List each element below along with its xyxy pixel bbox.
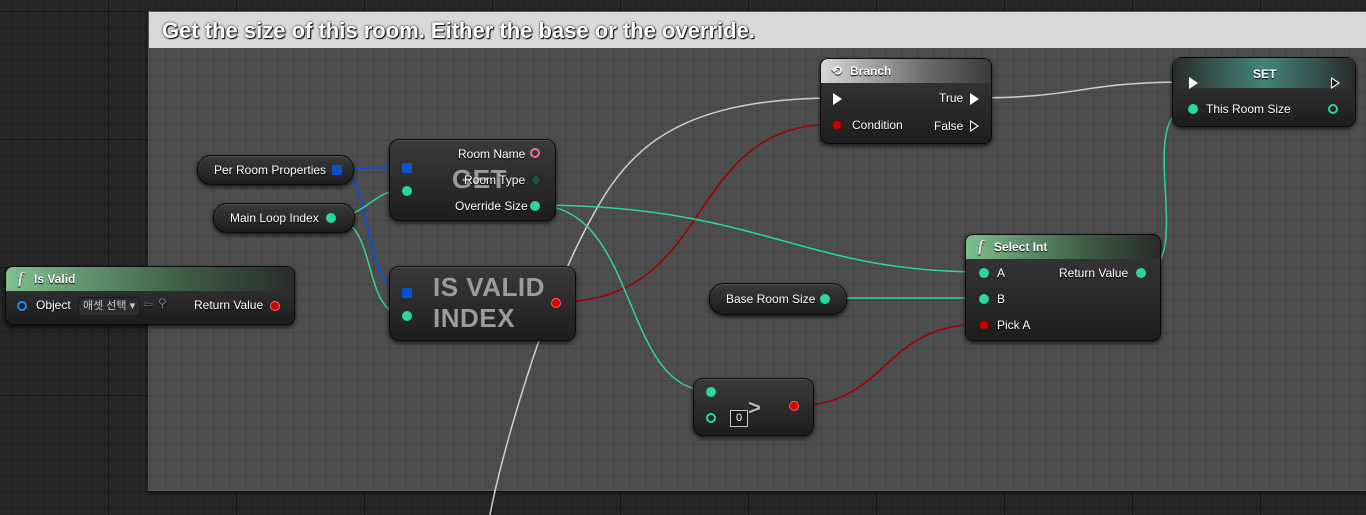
return-value-label: Return Value	[194, 298, 264, 312]
a-pin[interactable]	[979, 268, 989, 278]
arrow-left-icon[interactable]: ⇦	[143, 297, 153, 311]
room-name-label: Room Name	[458, 147, 526, 161]
branch-header[interactable]: ⟲ Branch	[821, 59, 991, 83]
is-valid-index-index-pin[interactable]	[402, 311, 412, 321]
per-room-properties-label: Per Room Properties	[214, 163, 327, 177]
object-input-pin[interactable]	[17, 301, 27, 311]
greater-b-pin[interactable]	[706, 413, 716, 423]
pick-a-pin[interactable]	[979, 320, 989, 330]
get-array-pin[interactable]	[402, 163, 412, 173]
per-room-properties-node[interactable]: Per Room Properties	[197, 155, 354, 185]
greater-a-pin[interactable]	[706, 387, 716, 397]
set-exec-in-pin[interactable]	[1189, 77, 1198, 89]
branch-exec-in-pin[interactable]	[833, 93, 842, 105]
b-label: B	[997, 292, 1006, 306]
room-type-label: Room Type	[464, 173, 526, 187]
select-int-title: Select Int	[994, 240, 1048, 254]
is-valid-index-watermark-1: IS VALID	[433, 272, 545, 302]
asset-select-dropdown[interactable]: 애셋 선택 ▾	[78, 297, 141, 316]
chevron-down-icon: ▾	[129, 300, 136, 312]
get-index-pin[interactable]	[402, 186, 412, 196]
set-header[interactable]: SET	[1173, 58, 1355, 88]
branch-icon: ⟲	[831, 63, 842, 78]
select-int-header[interactable]: f Select Int	[966, 235, 1160, 259]
room-name-pin[interactable]	[530, 148, 540, 158]
is-valid-index-node[interactable]: IS VALID INDEX	[389, 266, 576, 341]
is-valid-index-watermark-2: INDEX	[433, 303, 515, 333]
search-icon[interactable]: ⚲	[158, 296, 167, 310]
main-loop-index-node[interactable]: Main Loop Index	[213, 203, 355, 233]
base-room-size-node[interactable]: Base Room Size	[709, 283, 847, 315]
false-exec-pin[interactable]	[970, 120, 979, 132]
function-icon: f	[18, 270, 24, 287]
bool-wire-greater-to-pick	[792, 323, 983, 407]
greater-than-node[interactable]: 0 >	[693, 378, 814, 436]
this-room-size-output-pin[interactable]	[1328, 104, 1338, 114]
per-room-properties-pin[interactable]	[332, 165, 342, 175]
branch-node[interactable]: ⟲ Branch True Condition False	[820, 58, 992, 144]
main-loop-index-label: Main Loop Index	[230, 211, 319, 225]
is-valid-index-output-pin[interactable]	[551, 298, 561, 308]
room-type-pin[interactable]	[531, 175, 541, 185]
set-exec-out-pin[interactable]	[1331, 77, 1340, 89]
is-valid-title: Is Valid	[34, 272, 76, 286]
this-room-size-input-pin[interactable]	[1188, 104, 1198, 114]
this-room-size-label: This Room Size	[1206, 102, 1291, 116]
select-int-node[interactable]: f Select Int A Return Value B Pick A	[965, 234, 1161, 341]
condition-label: Condition	[852, 118, 903, 132]
function-icon: f	[978, 238, 984, 255]
return-value-pin[interactable]	[1136, 268, 1146, 278]
greater-symbol: >	[748, 395, 761, 420]
asset-select-value: 애셋 선택	[83, 300, 127, 312]
main-loop-index-pin[interactable]	[326, 213, 336, 223]
is-valid-header[interactable]: f Is Valid	[6, 267, 294, 291]
wires-layer	[329, 81, 1193, 515]
override-size-pin[interactable]	[530, 201, 540, 211]
b-pin[interactable]	[979, 294, 989, 304]
get-node[interactable]: GET Room Name Room Type Override Size	[389, 139, 556, 221]
return-value-pin[interactable]	[270, 301, 280, 311]
greater-output-pin[interactable]	[789, 401, 799, 411]
pick-a-label: Pick A	[997, 318, 1031, 332]
a-label: A	[997, 266, 1006, 280]
is-valid-node[interactable]: f Is Valid Object 애셋 선택 ▾ ⇦ ⚲ Return Val…	[5, 266, 295, 325]
object-label: Object	[36, 298, 71, 312]
override-size-label: Override Size	[455, 199, 528, 213]
bool-wire-isvalid-to-condition	[555, 123, 837, 303]
base-room-size-pin[interactable]	[820, 294, 830, 304]
false-label: False	[934, 119, 964, 133]
true-label: True	[939, 91, 964, 105]
set-title: SET	[1253, 67, 1277, 81]
greater-default-input[interactable]: 0	[730, 410, 748, 427]
true-exec-pin[interactable]	[970, 93, 979, 105]
is-valid-index-array-pin[interactable]	[402, 288, 412, 298]
branch-title: Branch	[850, 64, 892, 78]
return-value-label: Return Value	[1059, 266, 1129, 280]
int-wire-override-to-a	[534, 204, 983, 273]
exec-wire-true-to-set	[973, 81, 1189, 99]
set-node[interactable]: SET This Room Size	[1172, 57, 1356, 127]
base-room-size-label: Base Room Size	[726, 292, 816, 306]
condition-pin[interactable]	[832, 120, 842, 130]
